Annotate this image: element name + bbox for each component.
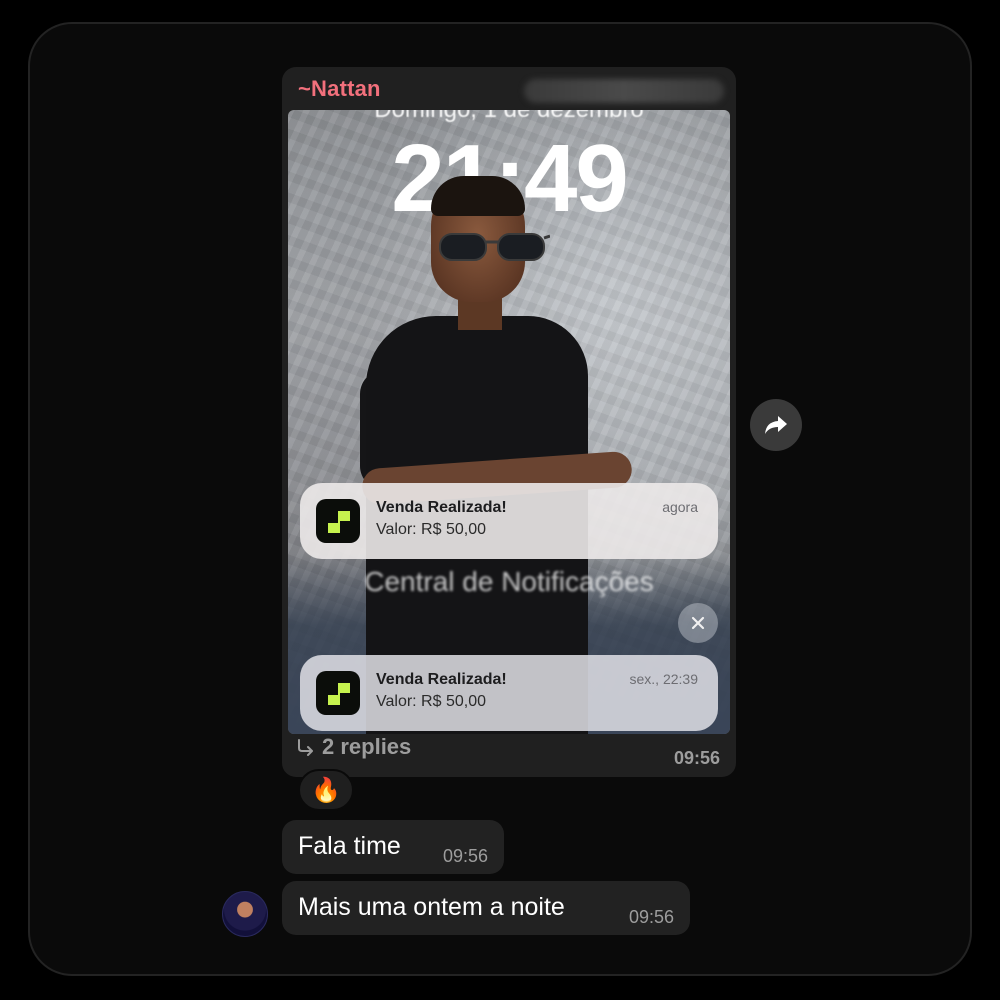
app-logo-icon: [328, 511, 350, 533]
text-message-bubble[interactable]: Fala time 09:56: [282, 820, 504, 874]
photo-message-bubble[interactable]: ~Nattan Domingo, 1 de dezembro 21:49: [282, 67, 736, 777]
fire-emoji: 🔥: [311, 776, 341, 804]
reaction-badge[interactable]: 🔥: [298, 769, 354, 811]
app-logo-icon: [328, 683, 350, 705]
app-icon: [316, 499, 360, 543]
notification-center-label: Central de Notificações: [364, 566, 654, 597]
close-icon[interactable]: [678, 603, 718, 643]
message-text: Mais uma ontem a noite: [298, 893, 565, 921]
text-message-bubble[interactable]: Mais uma ontem a noite 09:56: [282, 881, 690, 935]
app-icon: [316, 671, 360, 715]
avatar[interactable]: [222, 891, 268, 937]
message-time: 09:56: [673, 748, 720, 768]
notification-body: Valor: R$ 50,00: [376, 693, 486, 710]
person-photo: [288, 110, 730, 734]
sunglasses: [439, 233, 550, 261]
notification-time: sex., 22:39: [629, 671, 699, 687]
reply-arrow-icon: [298, 739, 313, 756]
message-time: 09:56: [628, 907, 674, 927]
person-hair: [431, 176, 525, 216]
replies-link[interactable]: 2 replies: [296, 734, 411, 760]
notification-body: Valor: R$ 50,00: [376, 521, 486, 538]
lockscreen-screenshot[interactable]: Domingo, 1 de dezembro 21:49 Venda Rea: [288, 110, 730, 734]
notification-title: Venda Realizada!: [376, 499, 507, 516]
replies-label: 2 replies: [322, 734, 412, 759]
forward-button[interactable]: [750, 399, 802, 451]
notification-time: agora: [662, 499, 698, 515]
forward-arrow-icon: [765, 416, 787, 434]
notification-title: Venda Realizada!: [376, 671, 507, 688]
sender-name[interactable]: ~Nattan: [298, 76, 381, 102]
message-text: Fala time: [298, 832, 401, 860]
notification-card[interactable]: Venda Realizada! Valor: R$ 50,00 sex., 2…: [300, 655, 718, 731]
blurred-sender-id: [524, 79, 724, 103]
message-time: 09:56: [442, 846, 488, 866]
notification-card[interactable]: Venda Realizada! Valor: R$ 50,00 agora: [300, 483, 718, 559]
